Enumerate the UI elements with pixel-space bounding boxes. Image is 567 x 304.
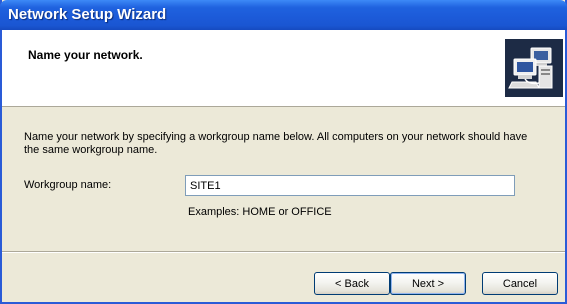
cancel-button[interactable]: Cancel	[482, 272, 558, 295]
window-title: Network Setup Wizard	[8, 6, 167, 23]
workgroup-name-label: Workgroup name:	[24, 179, 112, 191]
examples-hint: Examples: HOME or OFFICE	[188, 206, 332, 218]
title-bar[interactable]: Network Setup Wizard	[0, 0, 567, 30]
button-separator	[2, 251, 565, 253]
wizard-content: Name your network by specifying a workgr…	[2, 107, 565, 251]
instructions-text: Name your network by specifying a workgr…	[24, 131, 528, 156]
wizard-header: Name your network.	[2, 30, 565, 107]
back-button[interactable]: < Back	[314, 272, 390, 295]
network-computers-icon	[505, 39, 563, 97]
page-title: Name your network.	[28, 48, 143, 62]
workgroup-name-input[interactable]	[185, 175, 515, 196]
wizard-window: Network Setup Wizard Name your network.	[0, 0, 567, 304]
next-button[interactable]: Next >	[390, 272, 466, 295]
